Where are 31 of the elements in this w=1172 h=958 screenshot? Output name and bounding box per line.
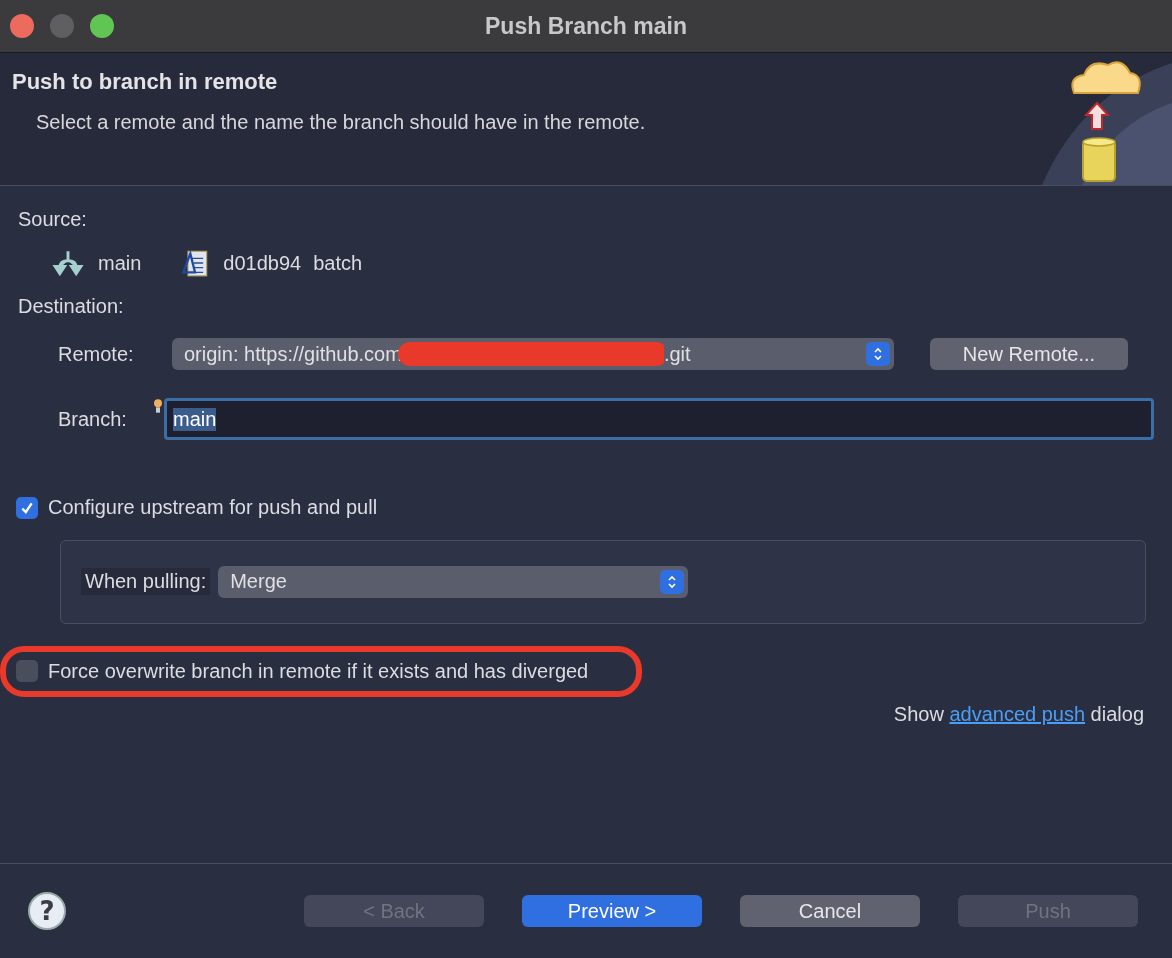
remote-label: Remote: xyxy=(58,342,135,366)
close-button[interactable] xyxy=(10,14,34,38)
checkbox[interactable] xyxy=(16,660,38,682)
checkmark-icon xyxy=(20,500,34,515)
source-branch: main xyxy=(98,251,142,275)
window-title: Push Branch main xyxy=(485,12,687,40)
branch-label: Branch: xyxy=(58,407,128,431)
branch-icon xyxy=(52,249,84,277)
checkbox-label: Force overwrite branch in remote if it exists and has diverged xyxy=(48,659,589,683)
new-remote-button[interactable]: New Remote... xyxy=(930,338,1128,370)
advanced-push-link[interactable]: advanced push xyxy=(949,702,1086,725)
pull-mode-dropdown[interactable]: Merge xyxy=(218,565,689,598)
advanced-text: Show advanced push dialog xyxy=(893,702,1144,725)
dialog-button[interactable]: Cancel xyxy=(740,895,920,927)
stepper-icon xyxy=(660,569,685,594)
dialog-button[interactable]: Preview > xyxy=(522,895,702,927)
page-description: Select a remote and the name the branch should have in the remote. xyxy=(36,111,646,134)
checkbox-label: Configure upstream for push and pull xyxy=(48,496,378,519)
help-button[interactable]: ? xyxy=(28,892,66,930)
when-pulling-label: When pulling: xyxy=(81,568,211,595)
destination-label: Destination: xyxy=(18,295,124,318)
page-title: Push to branch in remote xyxy=(12,69,279,95)
lightbulb-icon xyxy=(154,398,162,414)
commit-message: batch xyxy=(313,251,363,275)
stepper-icon xyxy=(866,342,890,366)
checkbox[interactable] xyxy=(16,496,38,519)
zoom-button[interactable] xyxy=(90,14,114,38)
branch-field[interactable]: main xyxy=(164,398,1154,440)
commit-icon xyxy=(181,249,210,277)
commit-id: d01db94 xyxy=(223,251,302,275)
source-label: Source: xyxy=(18,208,87,231)
